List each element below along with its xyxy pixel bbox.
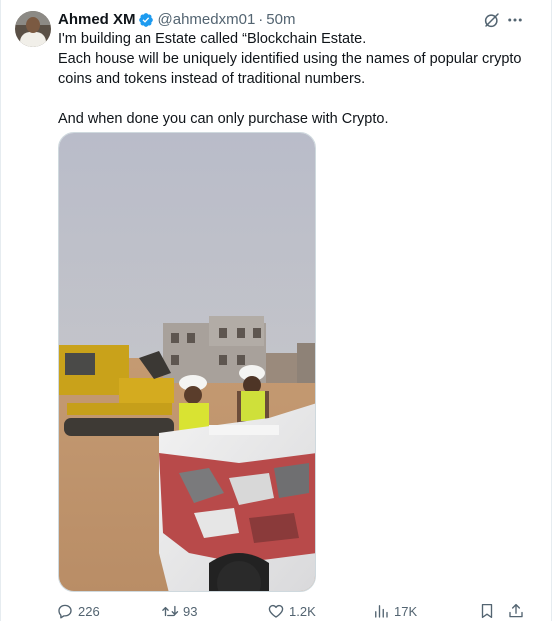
retweet-icon [162, 605, 179, 617]
display-name[interactable]: Ahmed XM [58, 10, 136, 30]
tweet-text: I'm building an Estate called “Blockchai… [58, 29, 528, 129]
avatar[interactable] [15, 11, 51, 47]
tweet-header: Ahmed XM @ahmedxm01 · 50m [58, 10, 295, 30]
yellow-excavator [59, 345, 174, 436]
pickup-truck [159, 403, 315, 591]
bookmark-button[interactable] [478, 600, 500, 621]
share-button[interactable] [507, 600, 529, 621]
timestamp[interactable]: 50m [266, 10, 295, 30]
handle[interactable]: @ahmedxm01 [158, 10, 256, 30]
construction-site-photo [59, 133, 315, 591]
tweet-text-line: I'm building an Estate called “Blockchai… [58, 31, 367, 47]
tweet-text-line: Each house will be uniquely identified u… [58, 51, 522, 67]
grok-icon[interactable] [483, 11, 501, 29]
reply-icon [58, 604, 72, 619]
separator-dot: · [258, 11, 264, 28]
tweet-text-line: coins and tokens instead of traditional … [58, 71, 366, 87]
tweet-actions: 226 93 1.2K 17K [56, 600, 526, 621]
verified-badge-icon [138, 13, 153, 27]
views-count: 17K [394, 603, 418, 619]
more-icon[interactable] [506, 10, 524, 30]
avatar-shirt [20, 32, 46, 47]
like-count: 1.2K [289, 603, 316, 619]
reply-button[interactable]: 226 [56, 600, 100, 621]
tweet-text-line: And when done you can only purchase with… [58, 111, 389, 127]
share-icon [509, 603, 523, 618]
bookmark-icon [481, 603, 493, 619]
reply-count: 226 [78, 603, 100, 619]
retweet-count: 93 [183, 603, 198, 619]
like-button[interactable]: 1.2K [267, 600, 316, 621]
tweet-card[interactable]: Ahmed XM @ahmedxm01 · 50m I'm building a… [0, 0, 552, 621]
views-button[interactable]: 17K [372, 600, 417, 621]
heart-icon [268, 604, 284, 618]
retweet-button[interactable]: 93 [161, 600, 197, 621]
tweet-photo[interactable] [58, 132, 316, 592]
avatar-face [26, 17, 40, 33]
views-icon [375, 605, 388, 618]
